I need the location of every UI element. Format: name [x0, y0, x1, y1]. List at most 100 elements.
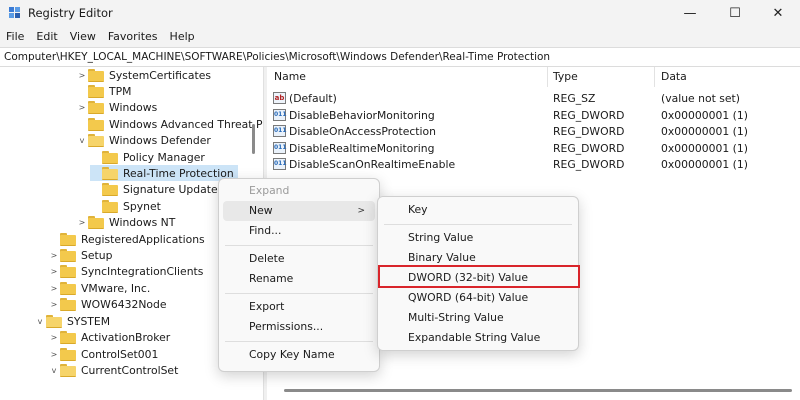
tree-item-label: Windows Advanced Threat P — [109, 117, 263, 131]
tree-item-label: Setup — [81, 248, 113, 262]
address-bar[interactable]: Computer\HKEY_LOCAL_MACHINE\SOFTWARE\Pol… — [0, 47, 800, 67]
folder-icon — [60, 298, 76, 311]
highlight-annotation — [378, 265, 580, 288]
values-horizontal-scrollbar[interactable] — [284, 389, 792, 392]
tree-item-label: WOW6432Node — [81, 297, 167, 311]
folder-icon — [102, 151, 118, 164]
folder-open-icon — [88, 134, 104, 147]
value-row-disable-realtime-monitoring[interactable]: 011 DisableRealtimeMonitoring REG_DWORD … — [267, 141, 800, 157]
chevron-right-icon[interactable]: > — [48, 263, 60, 279]
minimize-button[interactable]: — — [668, 0, 712, 26]
menu-file[interactable]: File — [6, 30, 24, 43]
tree-item-system[interactable]: v SYSTEM — [34, 313, 110, 329]
menu-view[interactable]: View — [70, 30, 96, 43]
folder-icon — [60, 233, 76, 246]
submenu-item-string-value[interactable]: String Value — [382, 228, 574, 248]
folder-icon — [88, 216, 104, 229]
chevron-right-icon[interactable]: > — [48, 329, 60, 345]
tree-item-label: ActivationBroker — [81, 330, 171, 344]
menu-item-delete[interactable]: Delete — [223, 249, 375, 269]
folder-icon — [60, 331, 76, 344]
chevron-down-icon[interactable]: v — [48, 362, 60, 378]
tree-item-activation-broker[interactable]: > ActivationBroker — [48, 329, 170, 345]
tree-item-label: Real-Time Protection — [123, 166, 234, 180]
folder-open-icon — [46, 315, 62, 328]
value-row-default[interactable]: ab (Default) REG_SZ (value not set) — [267, 91, 800, 107]
tree-item-real-time-protection[interactable]: Real-Time Protection — [90, 165, 238, 181]
tree-item-systemcertificates[interactable]: > SystemCertificates — [76, 67, 211, 83]
tree-item-windows-nt[interactable]: > Windows NT — [76, 214, 175, 230]
close-button[interactable]: ✕ — [756, 0, 800, 26]
chevron-right-icon[interactable]: > — [48, 346, 60, 362]
chevron-right-icon[interactable]: > — [48, 296, 60, 312]
tree-item-spynet[interactable]: Spynet — [90, 198, 161, 214]
menu-separator — [225, 245, 373, 246]
column-separator[interactable] — [654, 67, 655, 87]
menu-item-permissions[interactable]: Permissions... — [223, 317, 375, 337]
column-header-type[interactable]: Type — [553, 70, 578, 83]
tree-item-wow6432node[interactable]: > WOW6432Node — [48, 296, 167, 312]
column-header-data[interactable]: Data — [661, 70, 687, 83]
tree-item-windows[interactable]: > Windows — [76, 99, 157, 115]
menu-separator — [225, 293, 373, 294]
tree-item-label: RegisteredApplications — [81, 232, 205, 246]
value-type: REG_DWORD — [553, 109, 625, 122]
tree-item-label: TPM — [109, 84, 132, 98]
tree-item-label: Windows — [109, 100, 158, 114]
value-name: DisableOnAccessProtection — [289, 125, 436, 138]
menu-favorites[interactable]: Favorites — [108, 30, 158, 43]
submenu-item-qword-value[interactable]: QWORD (64-bit) Value — [382, 288, 574, 308]
tree-item-policy-manager[interactable]: Policy Manager — [90, 149, 205, 165]
tree-item-signature-updates[interactable]: Signature Updates — [90, 181, 223, 197]
tree-item-setup[interactable]: > Setup — [48, 247, 112, 263]
tree-scrollbar[interactable] — [252, 124, 255, 154]
chevron-right-icon[interactable]: > — [76, 99, 88, 115]
folder-icon — [88, 69, 104, 82]
maximize-button[interactable]: ☐ — [713, 0, 757, 26]
value-data: 0x00000001 (1) — [661, 109, 748, 122]
tree-item-tpm[interactable]: TPM — [76, 83, 131, 99]
value-name: DisableBehaviorMonitoring — [289, 109, 435, 122]
tree-item-vmware[interactable]: > VMware, Inc. — [48, 280, 150, 296]
submenu-item-expandable-string-value[interactable]: Expandable String Value — [382, 328, 574, 348]
value-row-disable-scan-on-realtime-enable[interactable]: 011 DisableScanOnRealtimeEnable REG_DWOR… — [267, 157, 800, 173]
submenu-item-multi-string-value[interactable]: Multi-String Value — [382, 308, 574, 328]
tree-item-registered-applications[interactable]: RegisteredApplications — [48, 231, 205, 247]
string-value-icon: ab — [273, 92, 286, 104]
menu-item-find[interactable]: Find... — [223, 221, 375, 241]
value-data: 0x00000001 (1) — [661, 125, 748, 138]
folder-open-icon — [60, 364, 76, 377]
chevron-down-icon[interactable]: v — [34, 313, 46, 329]
value-row-disable-on-access-protection[interactable]: 011 DisableOnAccessProtection REG_DWORD … — [267, 124, 800, 140]
menu-item-rename[interactable]: Rename — [223, 269, 375, 289]
submenu-item-key[interactable]: Key — [382, 200, 574, 220]
tree-item-controlset001[interactable]: > ControlSet001 — [48, 346, 158, 362]
tree-item-current-control-set[interactable]: v CurrentControlSet — [48, 362, 178, 378]
menu-item-new[interactable]: New > — [223, 201, 375, 221]
binary-value-icon: 011 — [273, 158, 287, 170]
menu-separator — [225, 341, 373, 342]
menu-item-copy-key-name[interactable]: Copy Key Name — [223, 345, 375, 365]
menu-item-export[interactable]: Export — [223, 297, 375, 317]
menu-help[interactable]: Help — [170, 30, 195, 43]
tree-item-windows-defender[interactable]: v Windows Defender — [76, 132, 211, 148]
chevron-right-icon[interactable]: > — [48, 280, 60, 296]
chevron-right-icon[interactable]: > — [76, 214, 88, 230]
chevron-down-icon[interactable]: v — [76, 132, 88, 148]
chevron-right-icon[interactable]: > — [48, 247, 60, 263]
value-name: DisableRealtimeMonitoring — [289, 142, 435, 155]
tree-item-label: SYSTEM — [67, 314, 111, 328]
value-type: REG_DWORD — [553, 158, 625, 171]
chevron-right-icon[interactable]: > — [76, 67, 88, 83]
tree-item-sync-integration-clients[interactable]: > SyncIntegrationClients — [48, 263, 203, 279]
folder-open-icon — [102, 167, 118, 180]
folder-icon — [102, 200, 118, 213]
value-row-disable-behavior-monitoring[interactable]: 011 DisableBehaviorMonitoring REG_DWORD … — [267, 108, 800, 124]
column-header-name[interactable]: Name — [274, 70, 306, 83]
menu-edit[interactable]: Edit — [36, 30, 57, 43]
tree-item-windows-advanced-threat[interactable]: Windows Advanced Threat P — [76, 116, 262, 132]
value-data: (value not set) — [661, 92, 740, 105]
column-separator[interactable] — [547, 67, 548, 87]
